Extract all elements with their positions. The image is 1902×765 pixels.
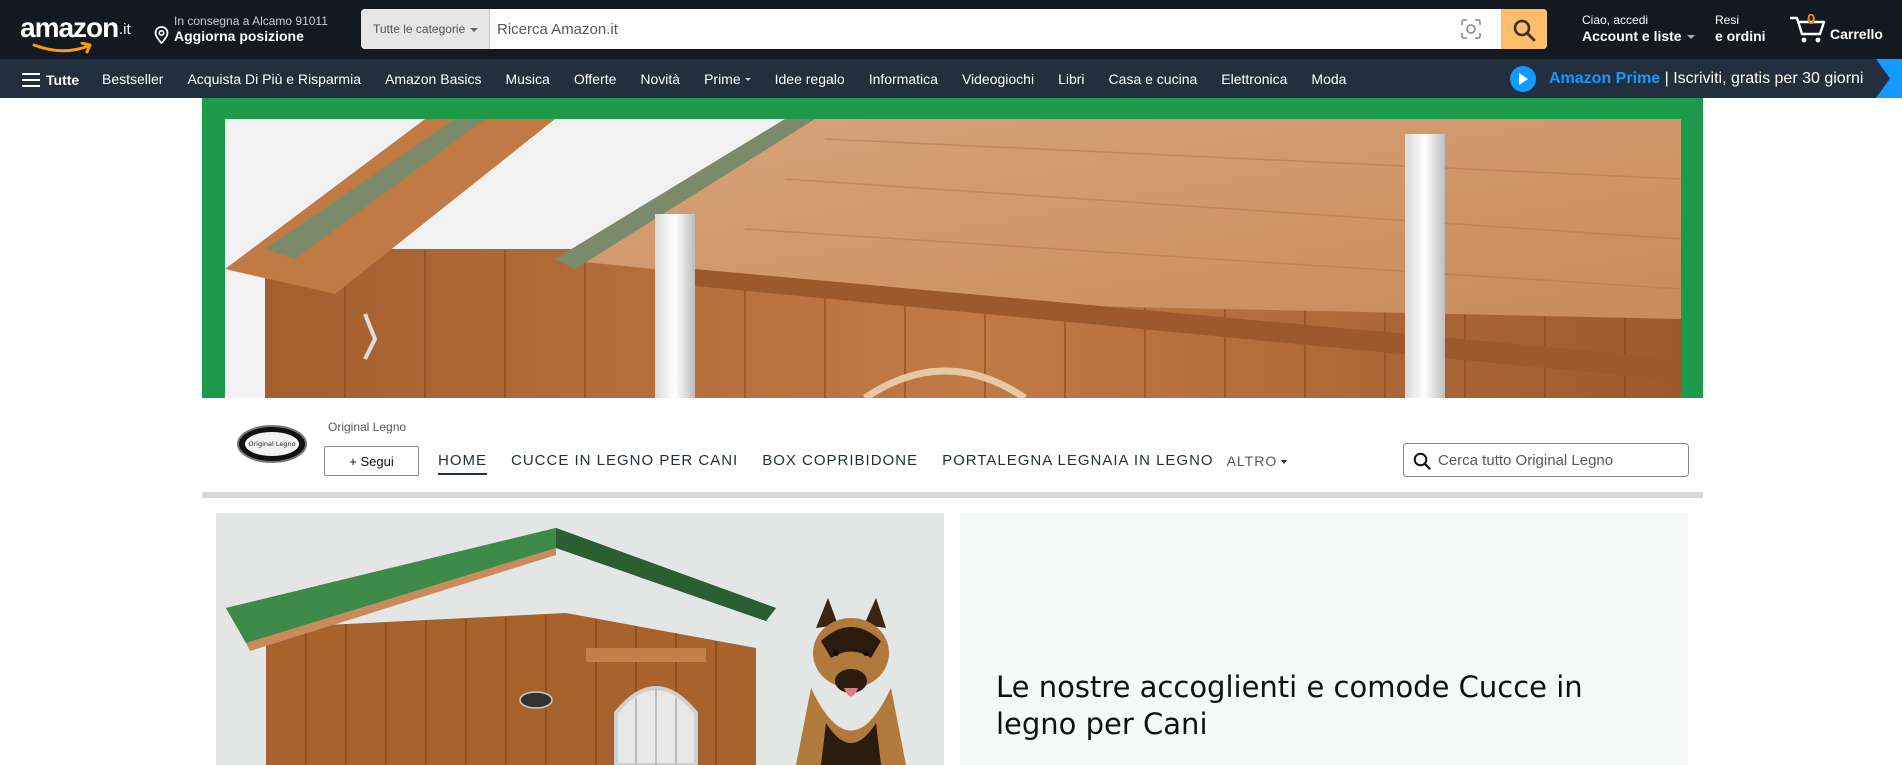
account-label: Account e liste [1582,28,1682,44]
logo-text: amazon [20,12,119,43]
doghouse-product-image[interactable] [216,513,944,765]
amazon-logo[interactable]: amazon .it [18,10,133,54]
subnav-link-amazon-basics[interactable]: Amazon Basics [385,71,481,87]
search-category-dropdown[interactable]: Tutte le categorie [361,9,490,49]
prime-video-play-icon [1510,66,1536,92]
caret-down-icon [744,78,751,82]
product-tile-text-panel: Le nostre accoglienti e comode Cucce in … [960,513,1688,765]
subnav-link-casa-e-cucina[interactable]: Casa e cucina [1109,71,1198,87]
subnav-links: Bestseller Acquista Di Più e Risparmia A… [102,59,1370,98]
original-legno-logo[interactable]: Original Legno [237,425,307,463]
hamburger-icon [22,73,40,87]
store-tabs: HOME CUCCE IN LEGNO PER CANI BOX COPRIBI… [438,452,1288,475]
top-navigation-bar: amazon .it In consegna a Alcamo 91011 Ag… [0,0,1902,59]
subnav-link-bestseller[interactable]: Bestseller [102,71,163,87]
subnav-link-elettronica[interactable]: Elettronica [1221,71,1287,87]
follow-button[interactable]: + Segui [324,446,419,476]
caret-down-icon [1281,460,1288,465]
svg-text:Original Legno: Original Legno [248,440,295,448]
caret-down-icon [1686,35,1695,40]
logo-domain: .it [119,21,131,38]
subnav-prime-label: Prime [704,70,741,87]
secondary-navigation-bar: Tutte Bestseller Acquista Di Più e Rispa… [0,59,1902,98]
delivery-line2: Aggiorna posizione [174,28,304,44]
store-header-divider [202,492,1703,498]
doghouse-roof-photo [225,119,1681,398]
search-input[interactable] [497,9,1457,49]
cart-label: Carrello [1830,26,1883,42]
subnav-link-informatica[interactable]: Informatica [869,71,938,87]
subnav-link-acquista-di-piu[interactable]: Acquista Di Più e Risparmia [187,71,361,87]
returns-label: Resi [1715,13,1740,27]
subnav-link-moda[interactable]: Moda [1311,71,1346,87]
camera-search-icon[interactable] [1459,17,1483,41]
store-tab-box-copribidone[interactable]: BOX COPRIBIDONE [762,452,918,473]
store-tab-portalegna[interactable]: PORTALEGNA LEGNAIA IN LEGNO [942,452,1214,473]
subnav-link-novita[interactable]: Novità [640,71,680,87]
store-header: Original Legno Original Legno + Segui HO… [202,398,1703,498]
store-tab-cucce[interactable]: CUCCE IN LEGNO PER CANI [511,452,738,473]
all-categories-menu-button[interactable]: Tutte [22,71,86,89]
tile-heading[interactable]: Le nostre accoglienti e comode Cucce in … [996,669,1596,743]
returns-orders-link[interactable]: Resi e ordini [1715,13,1766,44]
orders-label: e ordini [1715,28,1766,44]
subnav-link-idee-regalo[interactable]: Idee regalo [775,71,845,87]
account-greeting: Ciao, accedi [1582,13,1649,27]
store-brand-name[interactable]: Original Legno [328,420,406,434]
subnav-link-prime[interactable]: Prime [704,71,751,87]
main-search-bar: Tutte le categorie [361,9,1547,49]
store-tab-home[interactable]: HOME [438,452,487,475]
promo-corner-decoration [1876,59,1902,98]
store-hero-banner [202,98,1703,398]
cart-count: 0 [1807,11,1816,28]
search-category-label: Tutte le categorie [373,22,466,36]
caret-down-icon [470,27,479,32]
search-icon [1513,19,1536,42]
subnav-link-videogiochi[interactable]: Videogiochi [962,71,1034,87]
store-search-box [1403,443,1689,477]
more-label: ALTRO [1226,453,1278,469]
store-search-input[interactable] [1438,444,1678,476]
smile-arrow-icon [32,42,92,54]
delivery-line1: In consegna a Alcamo 91011 [174,14,328,28]
store-tab-more[interactable]: ALTRO [1227,452,1288,469]
search-icon [1413,452,1431,470]
subnav-link-musica[interactable]: Musica [505,71,549,87]
subnav-link-libri[interactable]: Libri [1058,71,1084,87]
subnav-link-offerte[interactable]: Offerte [574,71,617,87]
cart-button[interactable]: 0 Carrello [1790,11,1890,48]
all-categories-label: Tutte [46,72,80,88]
location-pin-icon [154,26,169,44]
prime-promo-text: | Iscriviti, gratis per 30 giorni [1660,70,1864,87]
search-submit-button[interactable] [1501,9,1547,49]
account-menu[interactable]: Ciao, accedi Account e liste [1582,13,1695,44]
prime-brand: Amazon Prime [1549,70,1661,87]
